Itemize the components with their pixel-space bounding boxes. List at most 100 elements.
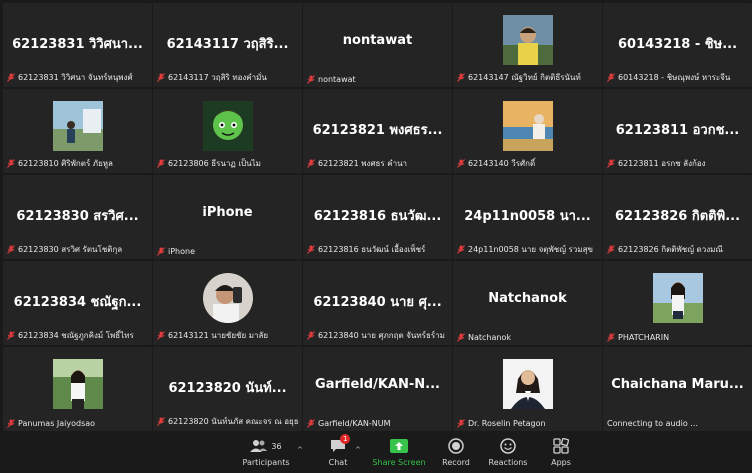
participant-tile[interactable]: Panumas Jaiyodsao [3,347,152,431]
participant-name-label: 62123816 ธนวัฒน์ เอื้องเพ็ชร์ [307,243,448,256]
participant-name-label: 62143121 นายชัยชัย มาลัย [157,329,298,342]
participant-name-label: 60143218 - ชิษณุพงษ์ หาระจีน [607,71,748,84]
participant-tile[interactable]: 62123811 อวกช... 62123811 อรกช ลังก้อง [603,89,752,173]
mic-muted-icon [607,333,615,342]
participant-name-label: PHATCHARIN [607,333,748,342]
participant-tile[interactable]: 62123810 ศิริพักตร์ ภัยหูล [3,89,152,173]
mic-muted-icon [457,245,465,254]
chat-badge: 1 [340,434,351,444]
participant-video [502,15,553,65]
mic-muted-icon [607,245,615,254]
participant-display-name: nontawat [342,33,413,48]
mic-muted-icon [457,333,465,342]
participant-tile[interactable]: 62143121 นายชัยชัย มาลัย [153,261,302,345]
participant-name: Panumas Jaiyodsao [18,419,96,428]
participant-tile[interactable]: 62123816 ธนวัฒ... 62123816 ธนวัฒน์ เอื้อง… [303,175,452,259]
participant-display-name: 62123811 อวกช... [615,123,740,138]
participant-tile[interactable]: PHATCHARIN [603,261,752,345]
mic-muted-icon [307,75,315,84]
participant-name-label: 62123826 กิตติพัชญ์ ดวงมณี [607,243,748,256]
participant-tile[interactable]: Natchanok Natchanok [453,261,602,345]
mic-muted-icon [307,159,315,168]
participant-name-label: 62143117 วฤสิริ ทองคำมั่น [157,71,298,84]
participant-tile[interactable]: 62143140 วีรศักดิ์ [453,89,602,173]
participant-name: 62123834 ชณัฐภูกคิงม์ โพธิ์ไทร [18,331,134,340]
chat-caret-icon[interactable]: ^ [355,446,361,454]
participant-name-label: 62143140 วีรศักดิ์ [457,157,598,170]
participant-video [52,101,103,151]
participant-tile[interactable]: iPhone iPhone [153,175,302,259]
participant-video [202,273,253,323]
participant-name-label: 62123821 พงศธร คำนา [307,157,448,170]
participant-name-label: 62123810 ศิริพักตร์ ภัยหูล [7,157,148,170]
participant-tile[interactable]: nontawat nontawat [303,3,452,87]
share-screen-icon [390,439,408,453]
participant-name: 62123821 พงศธร คำนา [318,159,408,168]
mic-muted-icon [457,419,465,428]
participant-display-name: 60143218 - ชิษ... [617,37,738,52]
participant-name: 62123820 นันท์นภัส คณะจร ณ อยุธยา [168,417,298,426]
participant-name: 62123810 ศิริพักตร์ ภัยหูล [18,159,113,168]
participant-video [52,359,103,409]
photo-boy-outdoors [502,15,553,65]
participant-tile[interactable]: 62123831 วิวิศนา... 62123831 วิวิศนา จันท… [3,3,152,87]
participant-tile[interactable]: 24p11n0058 นา... 24p11n0058 นาย จตุพัชญ์ … [453,175,602,259]
participant-video [652,273,703,323]
video-grid: 62123831 วิวิศนา... 62123831 วิวิศนา จันท… [0,0,752,432]
participant-display-name: 62143117 วฤสิริ... [166,37,289,52]
mic-muted-icon [7,419,15,428]
participant-name: PHATCHARIN [618,333,670,342]
participant-tile[interactable]: 62143147 ณัฐวิทย์ กิตติธีรนันท์ [453,3,602,87]
participant-tile[interactable]: 62123840 นาย ศุ... 62123840 นาย ศุภกฤต จั… [303,261,452,345]
mic-muted-icon [607,73,615,82]
mic-muted-icon [307,331,315,340]
record-label: Record [442,458,470,467]
participant-display-name: 62123820 นันท์... [168,381,287,396]
participant-name: 62143147 ณัฐวิทย์ กิตติธีรนันท์ [468,73,581,82]
participant-name: 24p11n0058 นาย จตุพัชญ์ รวมสุข [468,245,593,254]
photo-person-outdoors [52,101,103,151]
participant-tile[interactable]: 62143117 วฤสิริ... 62143117 วฤสิริ ทองคำม… [153,3,302,87]
participant-video [502,359,553,409]
photo-cartoon-avatar [202,101,253,151]
mic-muted-icon [7,331,15,340]
apps-button[interactable]: Apps [533,436,589,467]
participant-name: Dr. Roselin Petagon [468,419,546,428]
reactions-icon [500,438,516,454]
participants-icon [250,440,268,452]
participant-tile[interactable]: 62123826 กิตติพิ... 62123826 กิตติพัชญ์ ด… [603,175,752,259]
mic-muted-icon [307,245,315,254]
participant-name-label: Connecting to audio ... [607,419,748,428]
mic-muted-icon [7,245,15,254]
mic-muted-icon [157,417,165,426]
participant-name-label: 62123820 นันท์นภัส คณะจร ณ อยุธยา [157,415,298,428]
mic-muted-icon [7,159,15,168]
participant-display-name: Garfield/KAN-N... [315,377,440,392]
participant-tile[interactable]: 62123830 สรวิศ... 62123830 สรวิศ รัตนโชติ… [3,175,152,259]
participant-name-label: 62123806 ธีรนาฏ เป็นไม [157,157,298,170]
participant-display-name: 62123821 พงศธร... [312,123,443,138]
participant-name: 62123840 นาย ศุภกฤต จันทร์ธร์าม [318,331,445,340]
share-screen-button[interactable]: Share Screen [371,436,427,467]
participant-tile[interactable]: 62123834 ชณัฐก... 62123834 ชณัฐภูกคิงม์ โ… [3,261,152,345]
participant-name: Natchanok [468,333,511,342]
participant-display-name: 62123831 วิวิศนา... [12,37,143,52]
participant-name-label: 62123831 วิวิศนา จันทร์หนุพงศ์ [7,71,148,84]
participant-tile[interactable]: Dr. Roselin Petagon [453,347,602,431]
mic-muted-icon [457,73,465,82]
participant-tile[interactable]: Chaichana Maru... Connecting to audio ... [603,347,752,431]
participant-tile[interactable]: 62123821 พงศธร... 62123821 พงศธร คำนา [303,89,452,173]
participant-display-name: 62123834 ชณัฐก... [13,295,142,310]
record-button[interactable]: Record [428,436,484,467]
participant-tile[interactable]: 62123806 ธีรนาฏ เป็นไม [153,89,302,173]
participants-caret-icon[interactable]: ^ [297,446,303,454]
reactions-button[interactable]: Reactions [480,436,536,467]
photo-selfie-round [202,273,253,323]
participant-tile[interactable]: 62123820 นันท์... 62123820 นันท์นภัส คณะจ… [153,347,302,431]
participant-name: Connecting to audio ... [607,419,698,428]
participant-name: 60143218 - ชิษณุพงษ์ หาระจีน [618,73,731,82]
participant-tile[interactable]: 60143218 - ชิษ... 60143218 - ชิษณุพงษ์ หา… [603,3,752,87]
participants-button[interactable]: 36 Participants [238,436,294,467]
participant-tile[interactable]: Garfield/KAN-N... Garfield/KAN-NUM [303,347,452,431]
participants-count: 36 [271,441,282,451]
